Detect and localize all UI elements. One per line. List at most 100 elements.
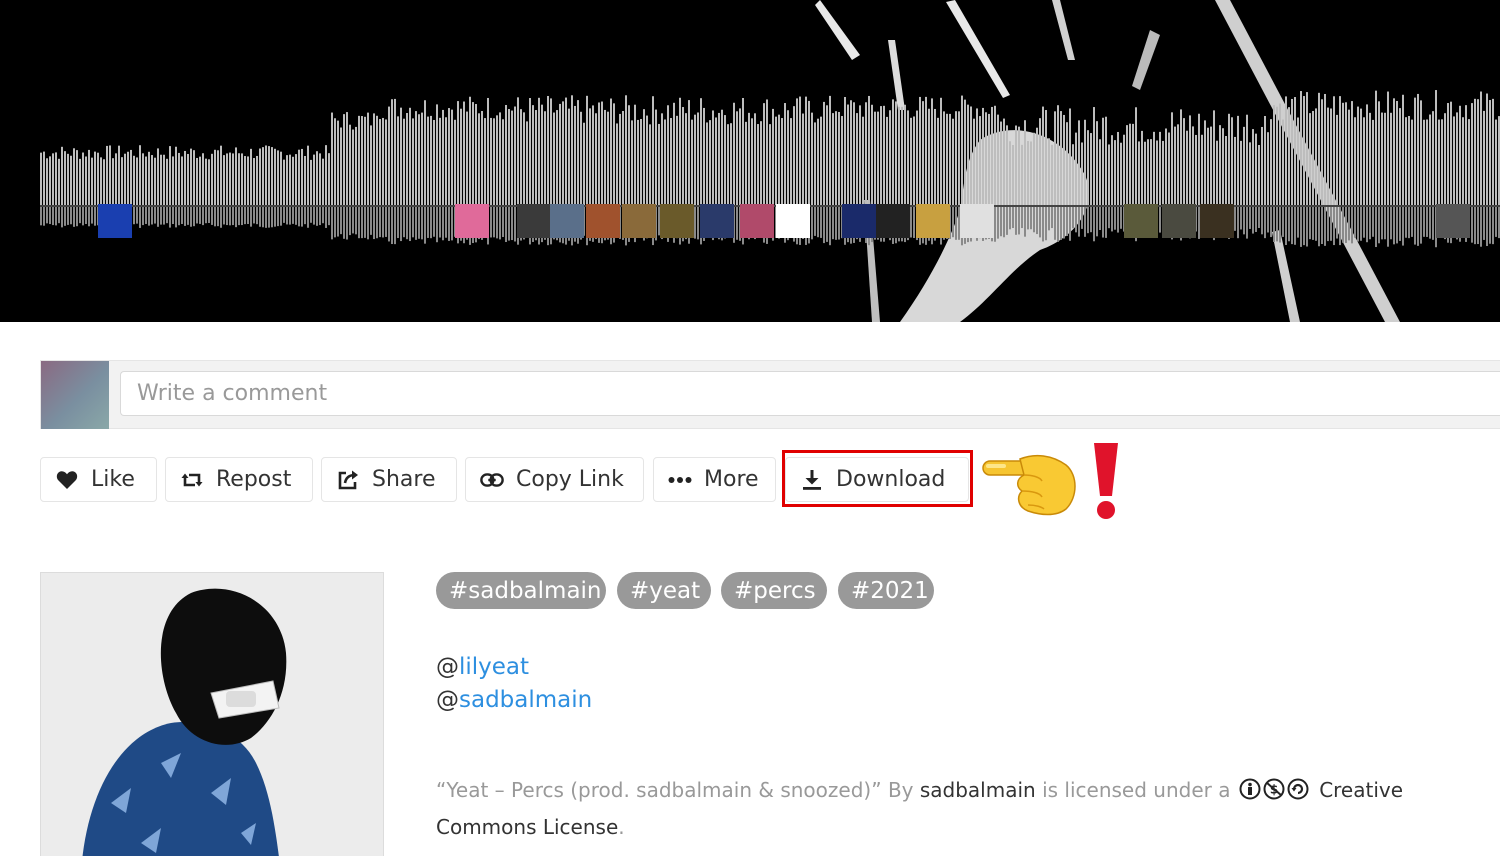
waveform-bar bbox=[1462, 117, 1464, 205]
waveform-bar bbox=[1375, 90, 1377, 205]
waveform-bar bbox=[724, 115, 726, 205]
waveform-bar bbox=[1369, 112, 1371, 205]
waveform-bar bbox=[385, 119, 387, 205]
waveform-bar bbox=[823, 101, 825, 205]
waveform-bar bbox=[340, 127, 342, 205]
waveform-bar bbox=[1165, 128, 1167, 205]
waveform-bar bbox=[415, 111, 417, 205]
waveform-bar bbox=[760, 121, 762, 205]
waveform-bar bbox=[658, 123, 660, 205]
cc-nc-icon: $ bbox=[1263, 778, 1285, 800]
waveform-bar bbox=[439, 117, 441, 205]
avatar-blue-hoodie[interactable] bbox=[1436, 204, 1470, 238]
waveform-bar bbox=[1333, 96, 1335, 205]
avatar-dark-2[interactable] bbox=[1124, 204, 1158, 238]
repost-button[interactable]: Repost bbox=[165, 457, 313, 502]
waveform-bar bbox=[214, 149, 216, 205]
waveform-bar bbox=[424, 100, 426, 205]
avatar-dark-3[interactable] bbox=[1162, 204, 1196, 238]
waveform-bar bbox=[1477, 99, 1479, 205]
avatar-pink-face[interactable] bbox=[455, 204, 489, 238]
waveform-bar bbox=[664, 119, 666, 205]
avatar-default[interactable] bbox=[876, 204, 910, 238]
avatar-white[interactable] bbox=[700, 204, 734, 238]
waveform-bar bbox=[277, 150, 279, 205]
waveform-bar bbox=[193, 150, 195, 205]
waveform-bar bbox=[154, 157, 156, 205]
mention-link[interactable]: sadbalmain bbox=[459, 687, 592, 713]
license-author-link[interactable]: sadbalmain bbox=[920, 778, 1036, 802]
waveform-bar bbox=[1174, 126, 1176, 205]
waveform-bar bbox=[238, 153, 240, 205]
avatar-dark[interactable] bbox=[960, 204, 994, 238]
avatar-silhouette[interactable] bbox=[776, 204, 810, 238]
waveform-bar bbox=[283, 159, 285, 205]
waveform-bar bbox=[742, 97, 744, 205]
waveform-bar bbox=[289, 154, 291, 205]
avatar-masked[interactable] bbox=[550, 204, 584, 238]
waveform-bar bbox=[460, 108, 462, 205]
waveform-bar bbox=[1108, 144, 1110, 205]
waveform-bar bbox=[103, 159, 105, 205]
waveform-bar bbox=[1003, 118, 1005, 205]
copy-link-label: Copy Link bbox=[516, 467, 624, 492]
waveform-bar bbox=[259, 148, 261, 205]
waveform-bar bbox=[871, 104, 873, 205]
like-button[interactable]: Like bbox=[40, 457, 157, 502]
avatar-group[interactable] bbox=[517, 204, 551, 238]
mention-line: @lilyeat bbox=[436, 654, 530, 680]
share-icon bbox=[336, 468, 360, 492]
waveform-bar bbox=[796, 98, 798, 205]
waveform-bar bbox=[481, 111, 483, 205]
waveform-bar bbox=[1018, 126, 1020, 205]
waveform-bar bbox=[1147, 139, 1149, 205]
mention-line: @sadbalmain bbox=[436, 687, 593, 713]
waveform-bar bbox=[730, 123, 732, 205]
waveform-bar bbox=[430, 115, 432, 205]
waveform-bar bbox=[1357, 106, 1359, 205]
waveform-bar bbox=[595, 113, 597, 205]
waveform-bar bbox=[70, 155, 72, 205]
tag-chip[interactable]: # yeat bbox=[617, 572, 711, 609]
waveform-bar bbox=[1327, 107, 1329, 205]
tag-chip[interactable]: # sadbalmain bbox=[436, 572, 606, 609]
avatar-masked-2[interactable] bbox=[660, 204, 694, 238]
waveform-bar bbox=[610, 98, 612, 205]
tag-chip[interactable]: #2021 bbox=[838, 572, 934, 609]
waveform-bar bbox=[1363, 117, 1365, 205]
waveform-bar bbox=[508, 109, 510, 205]
waveform[interactable] bbox=[0, 0, 1500, 322]
waveform-bar bbox=[991, 106, 993, 205]
waveform-bar bbox=[382, 117, 384, 205]
waveform-bar bbox=[1429, 114, 1431, 205]
waveform-bar bbox=[166, 158, 168, 205]
waveform-bar bbox=[886, 116, 888, 205]
avatar-eyes[interactable] bbox=[622, 204, 656, 238]
more-button[interactable]: More bbox=[653, 457, 776, 502]
tag-chip[interactable]: # percs bbox=[721, 572, 827, 609]
waveform-bar bbox=[49, 156, 51, 205]
waveform-bar bbox=[1303, 96, 1305, 205]
more-dots-icon bbox=[668, 468, 692, 492]
avatar-end[interactable] bbox=[1200, 204, 1234, 238]
share-button[interactable]: Share bbox=[321, 457, 457, 502]
copy-link-button[interactable]: Copy Link bbox=[465, 457, 644, 502]
avatar-shapes[interactable] bbox=[842, 204, 876, 238]
avatar-blue-hoodie[interactable] bbox=[98, 204, 132, 238]
license-by: By bbox=[887, 778, 914, 802]
waveform-bar bbox=[433, 119, 435, 205]
pointing-hand-icon bbox=[980, 447, 1080, 522]
avatar-costume[interactable] bbox=[586, 204, 620, 238]
avatar-blue-figure[interactable] bbox=[740, 204, 774, 238]
waveform-bar bbox=[736, 111, 738, 205]
waveform-bar bbox=[955, 111, 957, 205]
mention-link[interactable]: lilyeat bbox=[459, 654, 529, 680]
comment-avatars-track bbox=[0, 204, 1500, 240]
waveform-bar bbox=[1204, 120, 1206, 205]
comment-input[interactable] bbox=[120, 371, 1500, 416]
waveform-bar bbox=[520, 109, 522, 205]
waveform-bar bbox=[940, 97, 942, 205]
waveform-bar bbox=[1426, 119, 1428, 205]
avatar-group-2[interactable] bbox=[916, 204, 950, 238]
waveform-bar bbox=[331, 112, 333, 205]
